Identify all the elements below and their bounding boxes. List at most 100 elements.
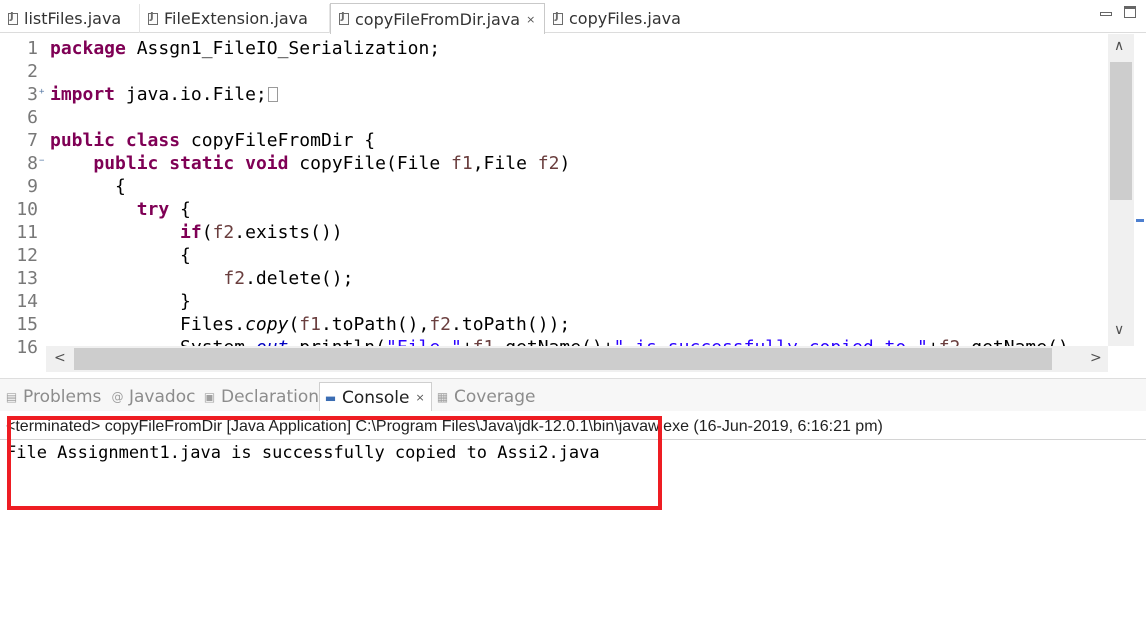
scroll-left-icon[interactable]: < [54,350,66,366]
close-icon[interactable]: × [526,13,535,26]
tab-copyfiles[interactable]: copyFiles.java [545,4,695,33]
java-file-icon [8,11,18,25]
code-token: f1 [451,153,473,174]
code-token: .toPath()); [451,314,571,335]
java-file-icon [148,11,158,25]
code-token: { [50,176,126,197]
declaration-icon: ▣ [203,390,216,404]
tab-label: Javadoc [129,387,196,407]
close-icon[interactable]: × [416,391,425,404]
code-token: .delete(); [245,268,354,289]
scroll-down-icon[interactable]: ∨ [1114,322,1124,338]
highlight-box [7,416,662,510]
code-token: f2 [429,314,452,335]
keyword-token: if [180,222,202,243]
code-line[interactable]: 12 { [0,244,1108,267]
code-line[interactable]: 1 package Assgn1_FileIO_Serialization; [0,37,1108,60]
tab-label: Coverage [454,387,536,407]
tab-problems[interactable]: ▤ Problems [5,385,102,409]
tab-copyfilefromdir[interactable]: copyFileFromDir.java × [330,3,545,34]
keyword-token: import [50,84,116,105]
tab-label: copyFileFromDir.java [355,9,521,29]
code-token: .exists()) [234,222,343,243]
code-line[interactable]: 7 public class copyFileFromDir { [0,129,1108,152]
code-text: public class copyFileFromDir { [50,129,375,152]
scroll-up-icon[interactable]: ∧ [1114,38,1124,54]
code-token: f1 [299,314,321,335]
tab-label: listFiles.java [24,9,122,28]
code-editor[interactable]: 1 package Assgn1_FileIO_Serialization; 2 3 +… [0,34,1146,374]
collapsed-imports-icon[interactable] [267,87,278,102]
keyword-token: package [50,38,126,59]
code-line[interactable]: 15 Files.copy(f1.toPath(),f2.toPath()); [0,313,1108,336]
code-token: f2 [212,222,235,243]
vertical-scroll-thumb[interactable] [1110,62,1132,200]
tab-javadoc[interactable]: @ Javadoc [111,385,196,409]
tab-label: Console [342,387,410,408]
line-number: 2 [27,61,38,82]
code-text: { [50,175,126,198]
line-number: 12 [16,245,38,266]
code-token: copyFileFromDir { [180,130,376,151]
maximize-icon[interactable] [1124,6,1136,18]
tab-declaration[interactable]: ▣ Declaration [203,385,319,409]
code-text: public static void copyFile(File f1,File… [50,152,570,175]
code-token: ,File [472,153,538,174]
line-number: 11 [16,222,38,243]
code-line[interactable]: 10 try { [0,198,1108,221]
scroll-right-icon[interactable]: > [1090,350,1102,366]
code-line[interactable]: 11 if(f2.exists()) [0,221,1108,244]
horizontal-scroll-thumb[interactable] [74,348,1052,370]
code-line[interactable]: 13 f2.delete(); [0,267,1108,290]
console-icon: ▬ [324,390,337,405]
line-number: 8 [27,153,38,174]
code-token: ( [201,222,213,243]
code-text: f2.delete(); [50,267,353,290]
line-number: 15 [16,314,38,335]
javadoc-icon: @ [111,390,124,404]
code-line[interactable]: 2 [0,60,1108,83]
overview-ruler-marker[interactable] [1136,219,1144,222]
expand-icon[interactable]: + [39,83,44,101]
code-text: import java.io.File; [50,83,278,106]
code-token: java.io.File; [115,84,267,105]
line-number: 13 [16,268,38,289]
tab-fileextension[interactable]: FileExtension.java [140,4,330,33]
code-line[interactable]: 9 { [0,175,1108,198]
code-text: { [50,244,191,267]
line-number: 16 [16,337,38,358]
code-line[interactable]: 3 + import java.io.File; [0,83,1108,106]
line-number: 1 [27,38,38,59]
code-token: ) [559,153,571,174]
tab-console[interactable]: ▬ Console × [319,382,432,412]
tab-label: FileExtension.java [164,9,308,28]
line-number: 7 [27,130,38,151]
tab-coverage[interactable]: ▦ Coverage [436,385,536,409]
code-token: ( [288,314,300,335]
code-token: { [169,199,191,220]
problems-icon: ▤ [5,390,18,404]
keyword-token: public [93,153,159,174]
code-line[interactable]: 8− public static void copyFile(File f1,F… [0,152,1108,175]
view-tab-bar: ▤ Problems @ Javadoc ▣ Declaration ▬ Con… [0,378,1146,412]
line-number: 9 [27,176,38,197]
code-token: f2 [223,268,246,289]
code-text: if(f2.exists()) [50,221,343,244]
line-number: 10 [16,199,38,220]
code-token: } [50,291,191,312]
code-token: .toPath(), [320,314,430,335]
code-line[interactable]: 6 [0,106,1108,129]
collapse-icon[interactable]: − [39,152,44,170]
tab-listfiles[interactable]: listFiles.java [0,4,140,33]
keyword-token: try [136,199,170,220]
java-file-icon [553,11,563,25]
code-line[interactable]: 14 } [0,290,1108,313]
minimize-icon[interactable] [1100,12,1112,16]
keyword-token: class [125,130,181,151]
